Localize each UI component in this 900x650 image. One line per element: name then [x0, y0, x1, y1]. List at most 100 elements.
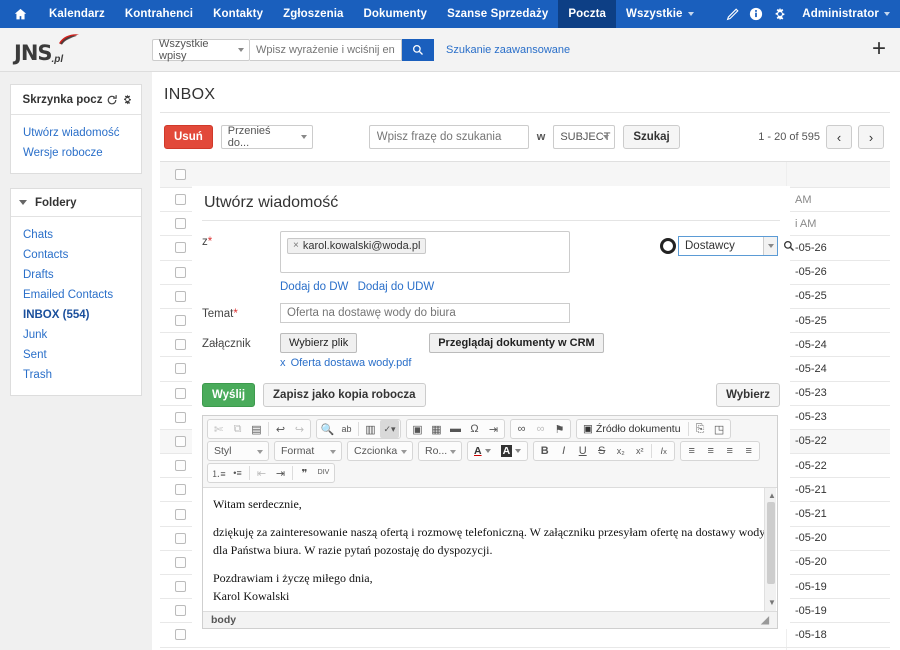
record-icon[interactable] — [660, 238, 676, 254]
row-checkbox[interactable] — [174, 605, 186, 617]
row-checkbox[interactable] — [174, 218, 186, 230]
font-select[interactable]: Czcionka — [347, 441, 413, 461]
search-scope-select[interactable]: Wszystkie wpisy — [152, 38, 250, 62]
row-checkbox[interactable] — [174, 508, 186, 520]
row-checkbox[interactable] — [174, 363, 186, 375]
bold-icon[interactable]: B — [535, 442, 554, 460]
templates-icon[interactable]: ⎘ — [691, 420, 710, 438]
style-select[interactable]: Styl — [207, 441, 269, 461]
list-search-input[interactable] — [368, 125, 529, 149]
preview-icon[interactable]: ◳ — [710, 420, 729, 438]
superscript-icon[interactable]: x² — [630, 442, 649, 460]
strikethrough-icon[interactable]: S — [592, 442, 611, 460]
search-button[interactable]: Szukaj — [623, 125, 680, 149]
undo-icon[interactable]: ↩ — [271, 420, 290, 438]
row-checkbox[interactable] — [174, 435, 186, 447]
replace-icon[interactable]: ab — [337, 420, 356, 438]
link-icon[interactable]: ∞ — [512, 420, 531, 438]
remove-attachment-icon[interactable]: x — [280, 357, 286, 369]
select-all-checkbox[interactable] — [174, 169, 186, 180]
align-left-icon[interactable]: ≡ — [682, 442, 701, 460]
row-checkbox[interactable] — [174, 460, 186, 472]
sidebar-link-compose[interactable]: Utwórz wiadomość — [11, 123, 141, 143]
italic-icon[interactable]: I — [554, 442, 573, 460]
cut-icon[interactable]: ✄ — [209, 420, 228, 438]
nav-item-wszystkie[interactable]: Wszystkie — [616, 0, 704, 28]
row-checkbox[interactable] — [174, 266, 186, 278]
unlink-icon[interactable]: ∞ — [531, 420, 550, 438]
gear-icon[interactable] — [768, 0, 792, 28]
search-field-value[interactable]: SUBJECT — [553, 125, 616, 149]
row-checkbox[interactable] — [174, 556, 186, 568]
module-select[interactable]: Dostawcy — [678, 236, 778, 256]
nav-item-kontrahenci[interactable]: Kontrahenci — [115, 0, 203, 28]
sidebar-item-inbox[interactable]: INBOX (554) — [11, 305, 141, 325]
delete-button[interactable]: Usuń — [164, 125, 213, 149]
resize-grip-icon[interactable]: ◢ — [761, 615, 769, 626]
redo-icon[interactable]: ↪ — [290, 420, 309, 438]
pencil-icon[interactable] — [720, 0, 744, 28]
editor-scrollbar[interactable]: ▲ ▼ — [764, 488, 776, 611]
info-icon[interactable] — [744, 0, 768, 28]
row-checkbox[interactable] — [174, 194, 186, 206]
select-all-icon[interactable]: ▥ — [361, 420, 380, 438]
subscript-icon[interactable]: x₂ — [611, 442, 630, 460]
nav-item-poczta[interactable]: Poczta — [558, 0, 617, 28]
browse-crm-documents-button[interactable]: Przeglądaj dokumenty w CRM — [429, 333, 604, 353]
move-to-select[interactable]: Przenieś do... — [220, 125, 313, 149]
nav-item-szanse-sprzedazy[interactable]: Szanse Sprzedaży — [437, 0, 558, 28]
sidebar-item-junk[interactable]: Junk — [11, 325, 141, 345]
indent-icon[interactable]: ⇥ — [271, 464, 290, 482]
row-checkbox[interactable] — [174, 339, 186, 351]
nav-item-dokumenty[interactable]: Dokumenty — [354, 0, 438, 28]
scroll-down-icon[interactable]: ▼ — [768, 597, 776, 609]
refresh-icon[interactable] — [106, 94, 118, 106]
to-field[interactable]: × karol.kowalski@woda.pl — [280, 231, 570, 273]
div-container-icon[interactable]: DIV — [314, 464, 333, 482]
search-field-select[interactable]: SUBJECT — [553, 125, 616, 149]
remove-format-icon[interactable]: Ix — [654, 442, 673, 460]
sidebar-item-trash[interactable]: Trash — [11, 365, 141, 385]
horizontal-rule-icon[interactable]: ▬ — [446, 420, 465, 438]
sidebar-item-drafts[interactable]: Drafts — [11, 265, 141, 285]
recipient-chip[interactable]: × karol.kowalski@woda.pl — [287, 237, 427, 254]
numbered-list-icon[interactable]: ⒈≡ — [209, 464, 228, 482]
prev-page-button[interactable]: ‹ — [826, 125, 852, 149]
search-input[interactable] — [250, 38, 402, 61]
gear-icon[interactable] — [122, 94, 133, 105]
save-draft-button[interactable]: Zapisz jako kopia robocza — [263, 383, 426, 407]
user-menu[interactable]: Administrator — [792, 0, 900, 28]
plus-icon[interactable]: + — [872, 37, 886, 61]
folders-panel-header[interactable]: Foldery — [11, 189, 141, 217]
sidebar-link-drafts[interactable]: Wersje robocze — [11, 143, 141, 163]
subject-input[interactable] — [280, 303, 570, 323]
row-checkbox[interactable] — [174, 581, 186, 593]
move-to-value[interactable]: Przenieś do... — [220, 125, 313, 149]
choose-file-button[interactable]: Wybierz plik — [280, 333, 358, 353]
row-checkbox[interactable] — [174, 242, 186, 254]
text-color-icon[interactable]: A — [469, 442, 496, 460]
nav-item-kalendarz[interactable]: Kalendarz — [39, 0, 115, 28]
table-icon[interactable]: ▦ — [427, 420, 446, 438]
source-button[interactable]: ▣ Źródło dokumentu — [578, 420, 686, 438]
editor-body[interactable]: Witam serdecznie, dziękuję za zaintereso… — [203, 488, 777, 611]
sidebar-item-chats[interactable]: Chats — [11, 225, 141, 245]
nav-item-kontakty[interactable]: Kontakty — [203, 0, 273, 28]
special-char-icon[interactable]: Ω — [465, 420, 484, 438]
blockquote-icon[interactable]: ❞ — [295, 464, 314, 482]
home-icon[interactable] — [0, 0, 39, 28]
underline-icon[interactable]: U — [573, 442, 592, 460]
nav-item-zgloszenia[interactable]: Zgłoszenia — [273, 0, 353, 28]
advanced-search-link[interactable]: Szukanie zaawansowane — [446, 44, 570, 56]
paste-icon[interactable]: ▤ — [247, 420, 266, 438]
module-search-button[interactable] — [780, 240, 798, 252]
row-checkbox[interactable] — [174, 315, 186, 327]
sidebar-item-sent[interactable]: Sent — [11, 345, 141, 365]
find-icon[interactable]: 🔍 — [318, 420, 337, 438]
add-bcc-link[interactable]: Dodaj do UDW — [358, 281, 435, 293]
search-scope-value[interactable]: Wszystkie wpisy — [152, 38, 250, 62]
image-icon[interactable]: ▣ — [408, 420, 427, 438]
scrollbar-thumb[interactable] — [767, 502, 775, 584]
row-checkbox[interactable] — [174, 411, 186, 423]
scroll-up-icon[interactable]: ▲ — [768, 490, 776, 502]
